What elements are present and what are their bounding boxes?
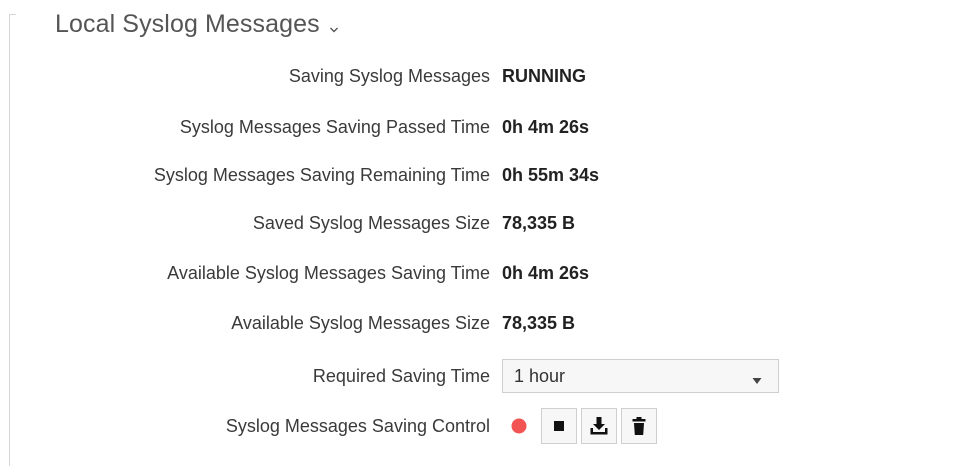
available-time-label: Available Syslog Messages Saving Time <box>167 262 490 283</box>
status-row-saved-size: Saved Syslog Messages Size 78,335 B <box>0 208 960 238</box>
status-row-passed-time: Syslog Messages Saving Passed Time 0h 4m… <box>0 112 960 142</box>
available-time-value: 0h 4m 26s <box>502 262 590 283</box>
saved-size-label: Saved Syslog Messages Size <box>252 212 490 233</box>
stop-button[interactable] <box>541 408 577 444</box>
record-icon <box>510 417 528 435</box>
required-time-row: Required Saving Time 1 hour <box>0 359 960 393</box>
section-title: Local Syslog Messages <box>55 10 320 38</box>
required-time-select[interactable]: 1 hour <box>502 359 779 393</box>
saving-status-label: Saving Syslog Messages <box>288 65 490 86</box>
section-header[interactable]: Local Syslog Messages <box>55 10 339 39</box>
remaining-time-label: Syslog Messages Saving Remaining Time <box>153 164 490 185</box>
download-button[interactable] <box>581 408 617 444</box>
delete-button[interactable] <box>621 408 657 444</box>
section-border-tick <box>9 14 16 15</box>
saving-control-label: Syslog Messages Saving Control <box>225 415 490 436</box>
available-size-value: 78,335 B <box>502 312 576 333</box>
caret-down-icon <box>752 372 762 384</box>
saved-size-value: 78,335 B <box>502 212 576 233</box>
record-button[interactable] <box>501 408 537 444</box>
status-row-remaining-time: Syslog Messages Saving Remaining Time 0h… <box>0 160 960 190</box>
chevron-down-icon[interactable] <box>329 22 339 32</box>
saving-control-row: Syslog Messages Saving Control <box>0 408 960 444</box>
remaining-time-value: 0h 55m 34s <box>502 164 600 185</box>
status-row-available-size: Available Syslog Messages Size 78,335 B <box>0 308 960 338</box>
stop-icon <box>552 419 566 433</box>
required-time-label: Required Saving Time <box>312 365 490 386</box>
required-time-select-value: 1 hour <box>514 365 566 386</box>
saving-status-value: RUNNING <box>502 65 586 86</box>
passed-time-label: Syslog Messages Saving Passed Time <box>179 116 490 137</box>
trash-icon <box>631 416 647 436</box>
saving-control-buttons <box>501 408 657 444</box>
status-row-saving: Saving Syslog Messages RUNNING <box>0 61 960 91</box>
download-icon <box>588 415 610 437</box>
passed-time-value: 0h 4m 26s <box>502 116 590 137</box>
available-size-label: Available Syslog Messages Size <box>231 312 490 333</box>
status-row-available-time: Available Syslog Messages Saving Time 0h… <box>0 258 960 288</box>
